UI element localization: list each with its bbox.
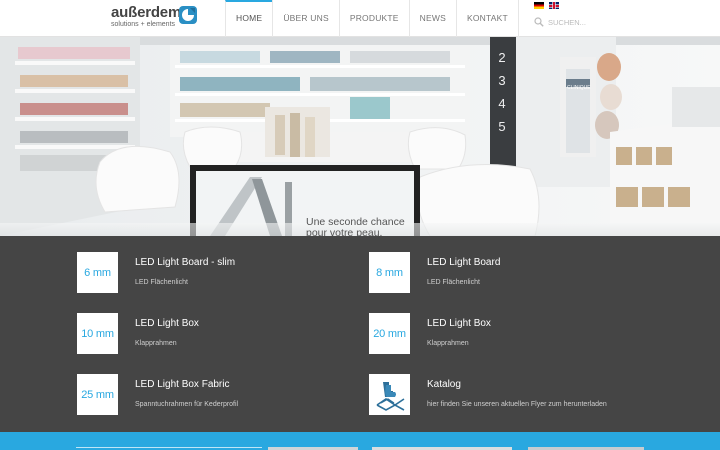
- logo-mark-icon: [179, 6, 197, 24]
- site-header: außerdem solutions + elements HOME ÜBER …: [0, 0, 720, 37]
- product-list: 6 mm LED Light Board - slim LED Flächenl…: [0, 236, 720, 432]
- logo[interactable]: außerdem solutions + elements: [111, 4, 211, 32]
- product-subtitle: Klapprahmen: [427, 340, 469, 347]
- product-subtitle: LED Flächenlicht: [427, 279, 480, 286]
- hero-slider: CLINIQUE 2 3 4 5 Une seconde chance pour…: [0, 37, 720, 236]
- nav-products[interactable]: PRODUKTE: [338, 0, 409, 37]
- product-subtitle: hier finden Sie unseren aktuellen Flyer …: [427, 401, 607, 408]
- slide-caption: Une seconde chance pour votre peau.: [306, 217, 405, 237]
- nav-news[interactable]: NEWS: [408, 0, 456, 37]
- product-thickness-badge: 10 mm: [77, 313, 118, 354]
- slide-5-link[interactable]: 5: [494, 120, 510, 134]
- product-led-light-box-fabric[interactable]: 25 mm LED Light Box Fabric Spanntuchrahm…: [77, 374, 367, 416]
- catalog-badge: [369, 374, 410, 415]
- slide-3-link[interactable]: 3: [494, 74, 510, 88]
- product-led-light-board[interactable]: 8 mm LED Light Board LED Flächenlicht: [369, 252, 659, 294]
- product-led-light-box-20[interactable]: 20 mm LED Light Box Klapprahmen: [369, 313, 659, 355]
- bottom-divider: [76, 447, 262, 448]
- svg-text:CLINIQUE: CLINIQUE: [567, 85, 591, 91]
- search-box: [534, 15, 604, 29]
- nav-contact[interactable]: KONTAKT: [455, 0, 519, 37]
- product-thickness-badge: 25 mm: [77, 374, 118, 415]
- product-title[interactable]: LED Light Board - slim: [135, 257, 235, 269]
- en-flag-icon[interactable]: [549, 2, 559, 9]
- bottom-bar: [0, 432, 720, 450]
- product-title[interactable]: Katalog: [427, 379, 461, 391]
- logo-tagline: solutions + elements: [111, 21, 176, 28]
- nav-home[interactable]: HOME: [225, 0, 273, 37]
- product-title[interactable]: LED Light Box Fabric: [135, 379, 230, 391]
- catalog-hand-icon: [376, 381, 404, 411]
- product-subtitle: Klapprahmen: [135, 340, 177, 347]
- product-title[interactable]: LED Light Board: [427, 257, 500, 269]
- product-title[interactable]: LED Light Box: [135, 318, 199, 330]
- de-flag-icon[interactable]: [534, 2, 544, 9]
- search-icon[interactable]: [534, 17, 544, 27]
- slide-pagination: 2 3 4 5: [494, 51, 510, 134]
- product-led-light-board-slim[interactable]: 6 mm LED Light Board - slim LED Flächenl…: [77, 252, 367, 294]
- product-led-light-box-10[interactable]: 10 mm LED Light Box Klapprahmen: [77, 313, 367, 355]
- slide-caption-line-2: pour votre peau.: [306, 227, 383, 237]
- search-input[interactable]: [548, 17, 604, 27]
- main-nav: HOME ÜBER UNS PRODUKTE NEWS KONTAKT: [225, 0, 519, 37]
- product-title[interactable]: LED Light Box: [427, 318, 491, 330]
- language-switcher: [534, 2, 559, 9]
- product-thickness-badge: 20 mm: [369, 313, 410, 354]
- hero-image: CLINIQUE: [0, 37, 720, 236]
- logo-name: außerdem: [111, 4, 182, 21]
- slide-4-link[interactable]: 4: [494, 97, 510, 111]
- nav-about[interactable]: ÜBER UNS: [272, 0, 339, 37]
- slide-2-link[interactable]: 2: [494, 51, 510, 65]
- product-subtitle: Spanntuchrahmen für Kederprofil: [135, 401, 239, 408]
- product-catalog[interactable]: Katalog hier finden Sie unseren aktuelle…: [369, 374, 659, 416]
- product-thickness-badge: 6 mm: [77, 252, 118, 293]
- product-thickness-badge: 8 mm: [369, 252, 410, 293]
- product-subtitle: LED Flächenlicht: [135, 279, 188, 286]
